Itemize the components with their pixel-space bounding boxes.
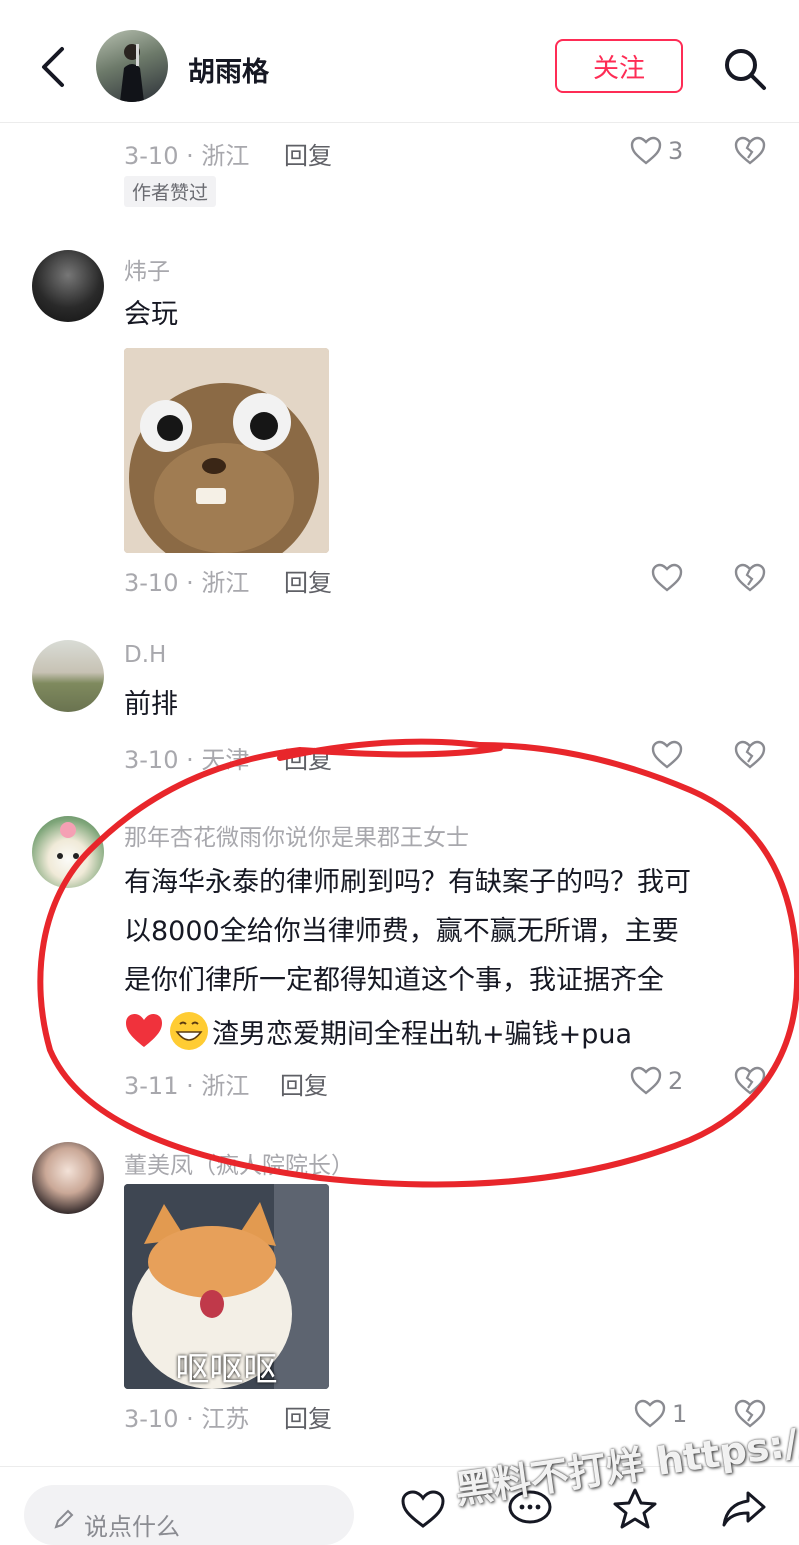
- like-post-icon[interactable]: [400, 1489, 446, 1529]
- comment-text-line: 以8000全给你当律师费，赢不赢无所谓，主要: [124, 916, 679, 947]
- commenter-name[interactable]: D.H: [124, 642, 166, 668]
- commenter-name[interactable]: 那年杏花微雨你说你是果郡王女士: [124, 818, 469, 852]
- dislike-icon[interactable]: [734, 563, 766, 593]
- sticker-caption: 呕呕呕: [175, 1350, 278, 1389]
- comment-text-line: 渣男恋爱期间全程出轨+骗钱+pua: [212, 1018, 633, 1050]
- author-name[interactable]: 胡雨格: [188, 50, 269, 89]
- comment-date-location: 3-10 · 天津: [124, 746, 250, 774]
- like-count: 2: [668, 1067, 684, 1095]
- commenter-name[interactable]: 董美凤（疯人院院长）: [124, 1146, 354, 1180]
- reply-button[interactable]: 回复: [284, 136, 332, 171]
- comment-text-last-line: 渣男恋爱期间全程出轨+骗钱+pua: [124, 1010, 632, 1052]
- comment-text: 前排: [124, 689, 178, 720]
- grinning-face-icon: [170, 1012, 208, 1050]
- like-count: 1: [672, 1400, 688, 1428]
- commenter-avatar[interactable]: [32, 250, 104, 322]
- like-button[interactable]: 1: [634, 1399, 687, 1429]
- comment-text-line: 是你们律所一定都得知道这个事，我证据齐全: [124, 965, 664, 996]
- reply-button[interactable]: 回复: [284, 1399, 332, 1434]
- dislike-icon[interactable]: [734, 136, 766, 166]
- comment-date-location: 3-10 · 浙江: [124, 569, 250, 597]
- heart-icon: [630, 1066, 662, 1095]
- heart-icon: [634, 1399, 666, 1428]
- share-arrow-icon[interactable]: [720, 1489, 768, 1529]
- dislike-icon[interactable]: [734, 740, 766, 770]
- back-arrow-icon[interactable]: [36, 45, 70, 89]
- follow-button[interactable]: 关注: [555, 39, 683, 93]
- search-icon[interactable]: [722, 46, 768, 92]
- reply-button[interactable]: 回复: [280, 1066, 328, 1101]
- favorite-star-icon[interactable]: [612, 1487, 658, 1529]
- like-button[interactable]: 2: [630, 1066, 683, 1096]
- comment-date-location: 3-10 · 江苏: [124, 1405, 250, 1433]
- commenter-avatar[interactable]: [32, 640, 104, 712]
- like-button[interactable]: 3: [630, 136, 683, 166]
- comment-date-location: 3-10 · 浙江: [124, 142, 250, 170]
- cat-sticker-image[interactable]: 呕呕呕: [124, 1184, 329, 1389]
- commenter-avatar[interactable]: [32, 816, 104, 888]
- heart-icon: [630, 136, 662, 165]
- pencil-icon: [54, 1509, 74, 1529]
- reply-button[interactable]: 回复: [284, 740, 332, 775]
- heart-icon[interactable]: [651, 563, 683, 593]
- dislike-icon[interactable]: [734, 1066, 766, 1096]
- comment-text-line: 有海华永泰的律师刷到吗？有缺案子的吗？我可: [124, 867, 691, 898]
- reply-button[interactable]: 回复: [284, 563, 332, 598]
- like-count: 3: [668, 137, 684, 165]
- top-bar: 胡雨格 关注: [0, 0, 799, 123]
- red-heart-icon: [126, 1014, 162, 1047]
- comment-text: 会玩: [124, 299, 178, 330]
- comment-input-placeholder: 说点什么: [84, 1513, 180, 1541]
- author-liked-badge: 作者赞过: [124, 176, 217, 207]
- author-avatar[interactable]: [96, 30, 168, 102]
- commenter-avatar[interactable]: [32, 1142, 104, 1214]
- comment-input[interactable]: 说点什么: [24, 1485, 354, 1545]
- cat-sticker-image[interactable]: [124, 348, 329, 553]
- comment-date-location: 3-11 · 浙江: [124, 1072, 250, 1100]
- heart-icon[interactable]: [651, 740, 683, 770]
- commenter-name[interactable]: 炜子: [124, 252, 170, 286]
